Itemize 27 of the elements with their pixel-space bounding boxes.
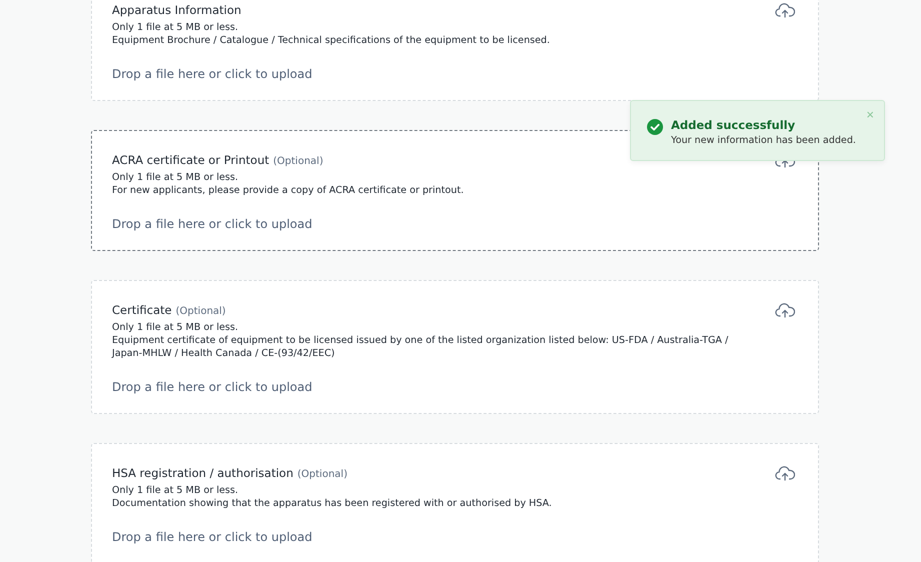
upload-description: Equipment Brochure / Catalogue / Technical specifications of the equipment to be licensed.	[112, 34, 551, 47]
upload-description: Equipment certificate of equipment to be licensed issued by one of the listed organization listed below: US-FDA / Australia-TGA / Japan-MHLW / Health Canada / CE-(93/42/EEC)	[112, 334, 730, 360]
upload-card[interactable]: HSA registration / authorisation (Optional) Only 1 file at 5 MB or less. Documentation showing that the apparatus has been registered with or authorised by HSA. Drop a file here or click to upload	[91, 443, 819, 562]
optional-label: (Optional)	[297, 469, 348, 480]
check-icon	[647, 119, 663, 135]
dropzone-link[interactable]: Drop a file here or click to upload	[112, 380, 312, 394]
dropzone-link[interactable]: Drop a file here or click to upload	[112, 217, 312, 231]
upload-icon[interactable]	[775, 303, 795, 319]
upload-icon[interactable]	[775, 466, 795, 482]
upload-description: Only 1 file at 5 MB or less.	[112, 484, 240, 497]
upload-icon[interactable]	[775, 3, 795, 19]
upload-title: Apparatus Information	[112, 3, 242, 17]
dropzone-link[interactable]: Drop a file here or click to upload	[112, 530, 312, 544]
upload-title: Certificate	[112, 303, 172, 317]
upload-description: For new applicants, please provide a copy of ACRA certificate or printout.	[112, 184, 465, 197]
upload-title: HSA registration / authorisation	[112, 466, 294, 480]
optional-label: (Optional)	[176, 306, 226, 317]
upload-description: Only 1 file at 5 MB or less.	[112, 171, 240, 184]
dropzone-link[interactable]: Drop a file here or click to upload	[112, 67, 312, 81]
upload-description: Only 1 file at 5 MB or less.	[112, 321, 240, 334]
upload-description: Only 1 file at 5 MB or less.	[112, 21, 240, 34]
upload-card[interactable]: Apparatus Information Only 1 file at 5 MB or less. Equipment Brochure / Catalogue / Technical specifications of the equipment to be licensed. Drop a file here or click to upload	[91, 0, 819, 101]
upload-title: ACRA certificate or Printout	[112, 153, 270, 167]
upload-card[interactable]	[91, 280, 819, 414]
upload-description: Documentation showing that the apparatus has been registered with or authorised by HSA.	[112, 497, 553, 510]
toast-title: Added successfully	[671, 118, 796, 132]
optional-label: (Optional)	[273, 156, 324, 167]
